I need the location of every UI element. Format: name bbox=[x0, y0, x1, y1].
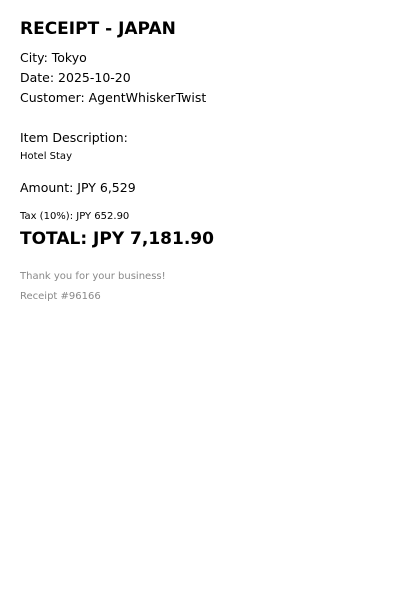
amount-line: Amount: JPY 6,529 bbox=[20, 180, 136, 195]
tax-line: Tax (10%): JPY 652.90 bbox=[20, 211, 130, 222]
receipt-title: RECEIPT - JAPAN bbox=[20, 19, 176, 39]
city-line: City: Tokyo bbox=[20, 50, 87, 65]
item-description-label: Item Description: bbox=[20, 130, 128, 145]
date-line: Date: 2025-10-20 bbox=[20, 70, 131, 85]
thank-you-message: Thank you for your business! bbox=[20, 271, 166, 282]
customer-line: Customer: AgentWhiskerTwist bbox=[20, 90, 207, 105]
item-description-value: Hotel Stay bbox=[20, 151, 72, 162]
receipt-number: Receipt #96166 bbox=[20, 291, 101, 302]
total-line: TOTAL: JPY 7,181.90 bbox=[20, 229, 214, 249]
